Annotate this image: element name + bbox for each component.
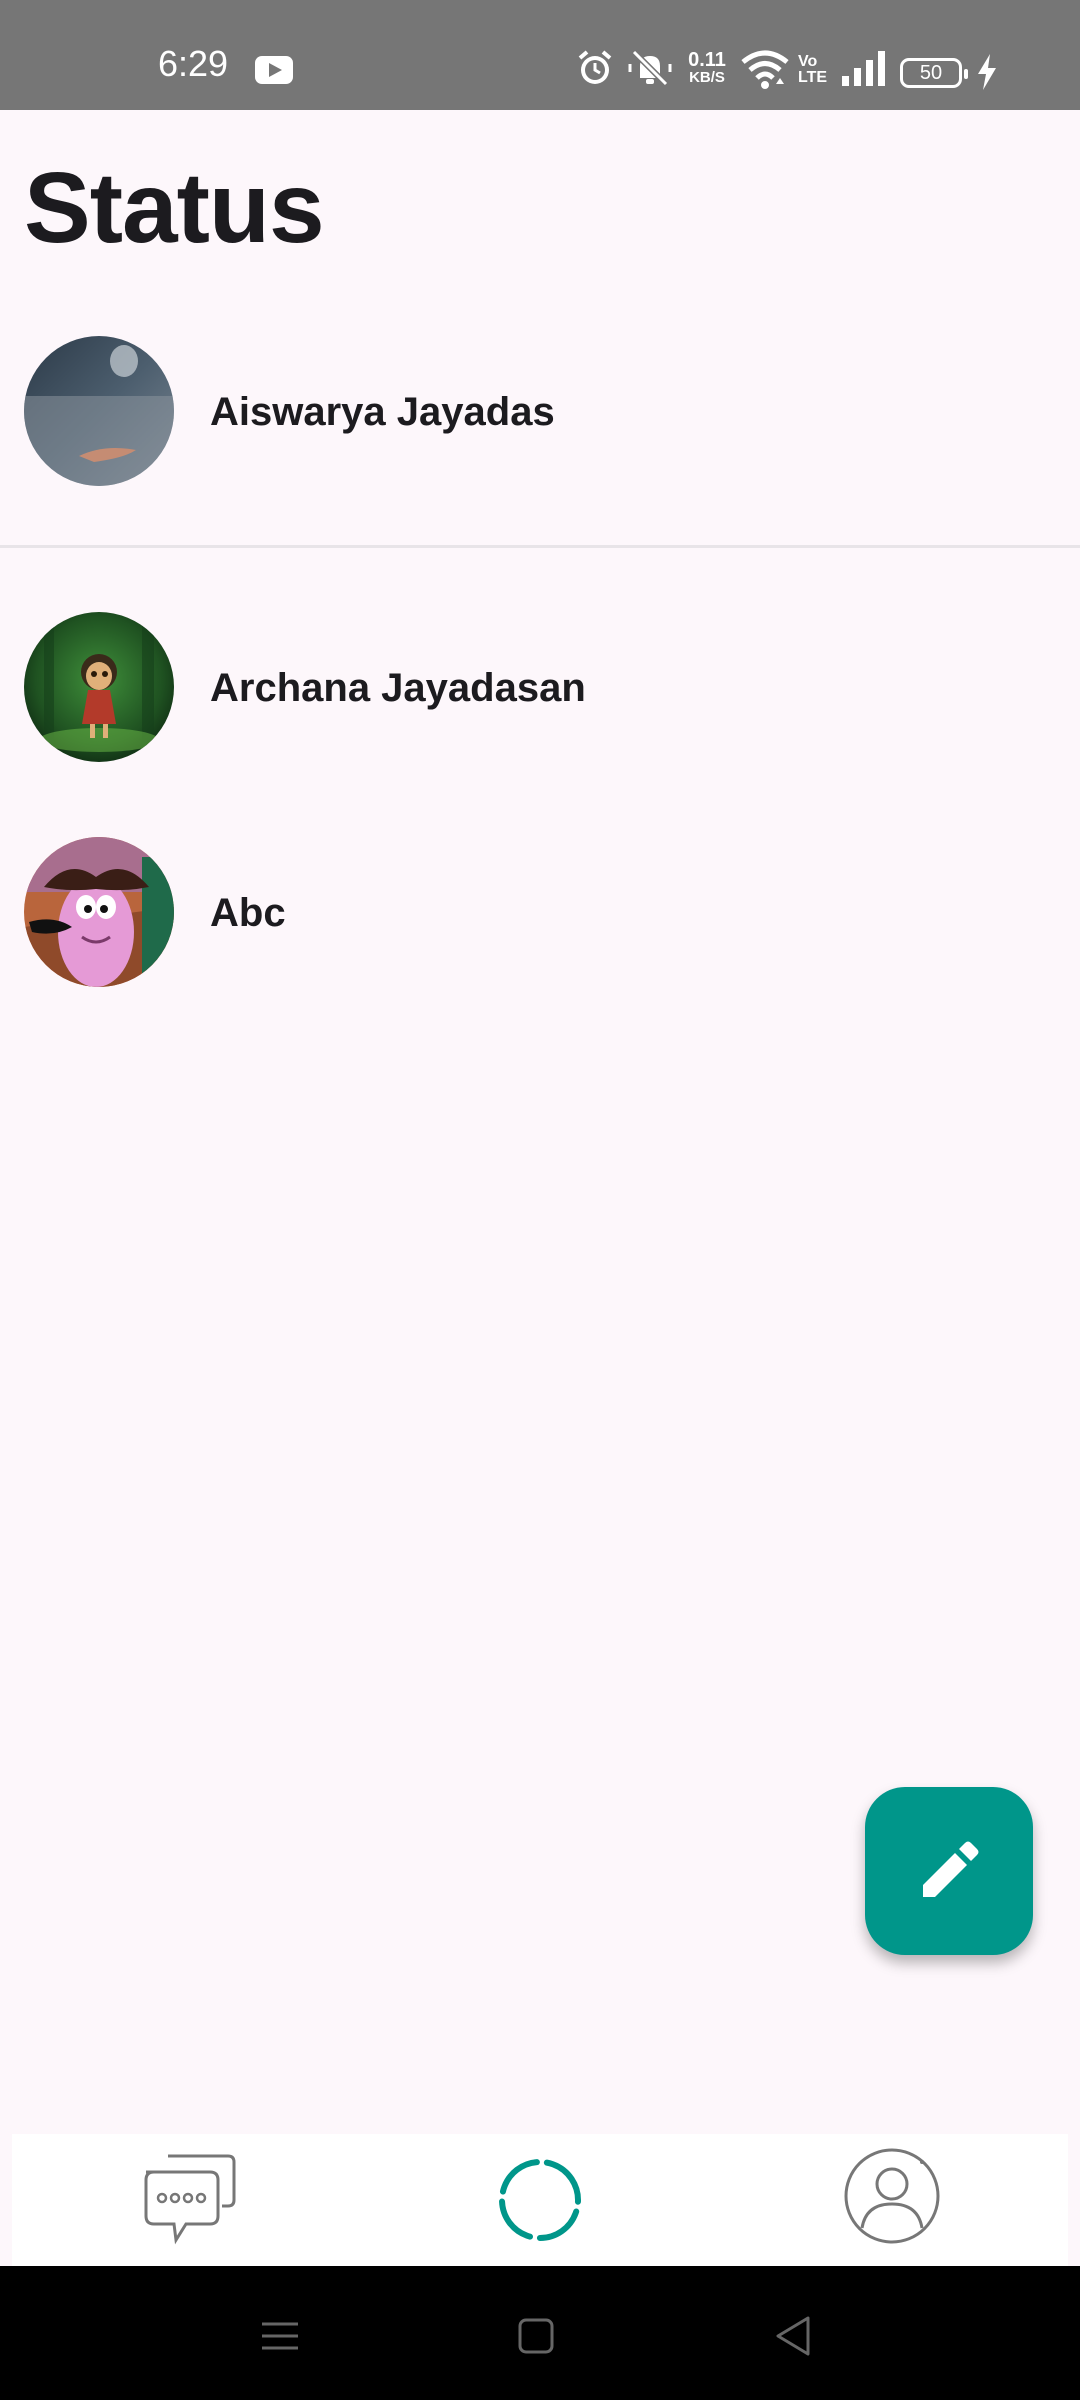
avatar bbox=[24, 612, 174, 762]
back-icon[interactable] bbox=[764, 2306, 824, 2366]
menu-icon[interactable] bbox=[250, 2306, 310, 2366]
status-item[interactable]: Abc bbox=[0, 815, 1080, 1015]
chat-icon bbox=[144, 2154, 236, 2245]
volte-top: Vo bbox=[798, 53, 818, 70]
contact-name: Aiswarya Jayadas bbox=[210, 390, 555, 434]
divider bbox=[0, 545, 1080, 548]
pencil-icon bbox=[923, 1841, 979, 1897]
home-icon[interactable] bbox=[506, 2306, 566, 2366]
avatar bbox=[24, 336, 174, 486]
signal-icon bbox=[842, 51, 885, 86]
status-item[interactable]: Archana Jayadasan bbox=[0, 590, 1080, 790]
profile-icon bbox=[844, 2148, 940, 2244]
page-title: Status bbox=[24, 152, 325, 264]
charging-icon bbox=[978, 54, 996, 90]
bottom-navigation bbox=[12, 2134, 1068, 2266]
mute-icon bbox=[628, 49, 672, 87]
new-status-button[interactable] bbox=[865, 1787, 1033, 1955]
system-navigation-bar bbox=[0, 2266, 1080, 2400]
nav-profile[interactable] bbox=[792, 2134, 992, 2266]
volte-bottom: LTE bbox=[798, 69, 828, 86]
avatar bbox=[24, 837, 174, 987]
net-speed-unit: KB/S bbox=[689, 69, 725, 86]
clock: 6:29 bbox=[158, 43, 229, 84]
wifi-icon bbox=[741, 50, 789, 90]
volte-indicator: Vo LTE bbox=[798, 54, 828, 86]
youtube-notification-icon bbox=[255, 56, 293, 84]
status-icon bbox=[499, 2159, 581, 2241]
status-item[interactable]: Aiswarya Jayadas bbox=[0, 310, 1080, 510]
nav-chats[interactable] bbox=[88, 2134, 288, 2266]
contact-name: Archana Jayadasan bbox=[210, 666, 586, 710]
alarm-icon bbox=[578, 50, 612, 84]
nav-status[interactable] bbox=[440, 2134, 640, 2266]
contact-name: Abc bbox=[210, 891, 286, 935]
battery-indicator: 50 bbox=[900, 58, 968, 88]
status-bar: 6:29 0.11 KB/S Vo LTE 50 bbox=[0, 0, 1080, 110]
net-speed-value: 0.11 bbox=[688, 49, 726, 71]
network-speed: 0.11 KB/S bbox=[685, 49, 729, 86]
